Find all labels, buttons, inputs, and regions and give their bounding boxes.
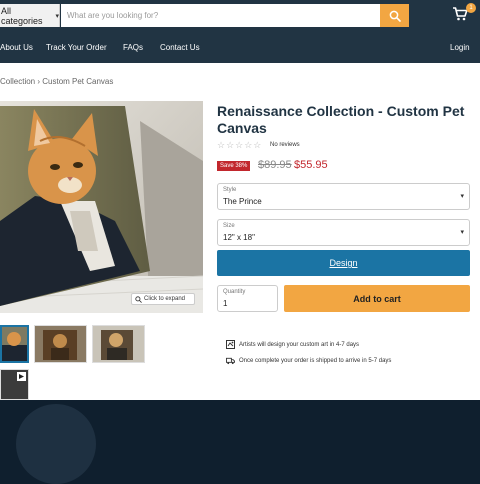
breadcrumb[interactable]: Collection › Custom Pet Canvas [0,77,113,86]
zoom-icon [135,295,142,303]
size-select-label: Size [223,223,235,229]
cart-count-badge: 1 [466,3,476,13]
design-button[interactable]: Design [217,250,470,276]
nav-contact-us[interactable]: Contact Us [160,43,200,52]
truck-icon [226,356,235,365]
quantity-value: 1 [223,299,228,308]
cat-portrait-image [0,101,203,313]
main-nav: About Us Track Your Order FAQs Contact U… [0,32,480,63]
size-select-value: 12" x 18" [223,233,255,242]
background-blur-shape [16,404,96,484]
style-select-label: Style [223,187,237,193]
sale-price: $55.95 [294,159,328,171]
category-select-label: All categories [1,5,43,26]
expand-label: Click to expand [144,296,186,302]
search-icon [389,10,401,22]
main-product-image[interactable]: Click to expand [0,101,203,313]
quantity-label: Quantity [223,289,246,295]
video-thumbnail[interactable] [0,369,29,400]
original-price: $89.95 [258,159,292,171]
sale-badge: Save 38% [217,161,251,171]
expand-image-button[interactable]: Click to expand [131,293,195,305]
nav-login[interactable]: Login [450,43,470,52]
thumbnail-3[interactable] [92,325,145,363]
product-title: Renaissance Collection - Custom Pet Canv… [217,103,465,136]
search-button[interactable] [380,4,409,27]
info-shipping-text: Once complete your order is shipped to a… [239,357,392,364]
chevron-down-icon: ▾ [460,229,464,236]
style-select-value: The Prince [223,197,262,206]
rating-stars[interactable]: ☆☆☆☆☆ [217,140,262,151]
thumbnail-image [2,327,27,361]
info-design-text: Artists will design your custom art in 4… [239,341,360,348]
nav-faqs[interactable]: FAQs [123,43,143,52]
quantity-field[interactable]: Quantity 1 [217,285,278,312]
top-header-bar: All categories ▾ 1 [0,0,480,32]
info-design-time: Artists will design your custom art in 4… [226,340,359,349]
thumbnail-image [93,326,144,362]
add-to-cart-button[interactable]: Add to cart [284,285,470,312]
thumbnail-1[interactable] [0,325,29,363]
info-shipping-time: Once complete your order is shipped to a… [226,356,391,365]
thumbnail-image [35,326,86,362]
product-page: Collection › Custom Pet Canvas Click to … [0,63,480,400]
category-select[interactable]: All categories ▾ [0,4,60,27]
review-count[interactable]: No reviews [270,142,300,148]
palette-icon [226,340,235,349]
thumbnail-2[interactable] [34,325,87,363]
nav-about-us[interactable]: About Us [0,43,33,52]
style-select[interactable]: Style The Prince ▾ [217,183,470,210]
chevron-down-icon: ▾ [55,12,59,20]
nav-track-order[interactable]: Track Your Order [46,43,107,52]
cart-button[interactable]: 1 [452,3,476,24]
search-input[interactable] [61,4,380,27]
size-select[interactable]: Size 12" x 18" ▾ [217,219,470,246]
chevron-down-icon: ▾ [460,193,464,200]
play-icon [17,372,26,381]
